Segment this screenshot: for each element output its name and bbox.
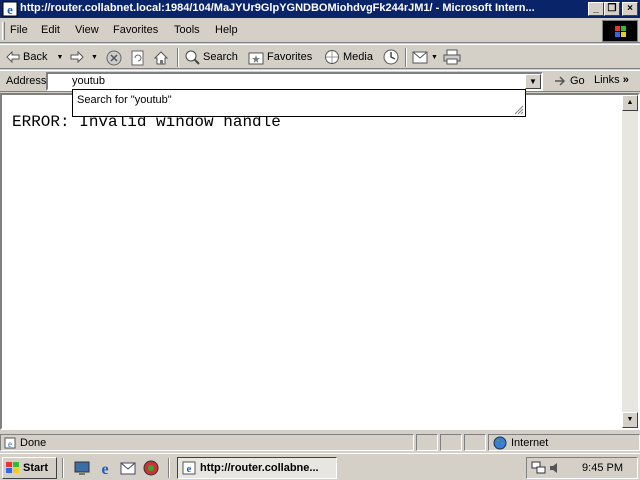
history-icon[interactable]	[382, 48, 400, 66]
menu-help[interactable]: Help	[215, 24, 238, 36]
address-dropdown-button[interactable]: ▼	[525, 74, 541, 89]
media-player-icon[interactable]	[143, 460, 159, 476]
ie-window-icon: e	[182, 461, 196, 475]
vertical-scrollbar[interactable]: ▲ ▼	[622, 95, 638, 428]
back-dropdown-icon[interactable]: ▼	[56, 54, 63, 61]
mail-dropdown-icon: ▼	[431, 53, 438, 61]
task-button-ie[interactable]: e http://router.collabne...	[177, 457, 337, 479]
toolbar-separator	[177, 48, 179, 67]
restore-button[interactable]: ❐	[604, 2, 620, 16]
links-button[interactable]: Links »	[594, 74, 629, 86]
media-icon	[325, 50, 339, 64]
stop-icon[interactable]	[106, 48, 122, 66]
back-button[interactable]: Back ▼	[6, 48, 63, 66]
close-button[interactable]: ×	[622, 2, 638, 16]
menu-view[interactable]: View	[75, 24, 99, 36]
minimize-button[interactable]: _	[588, 2, 604, 16]
page-icon: e	[4, 437, 16, 449]
ie-launch-icon[interactable]: e	[97, 460, 113, 476]
status-bar: e Done Internet	[0, 432, 640, 452]
refresh-icon[interactable]	[130, 48, 146, 66]
svg-text:e: e	[101, 461, 108, 476]
toolbar-separator	[405, 48, 407, 67]
search-button[interactable]: Search	[184, 48, 238, 66]
network-icon[interactable]	[531, 461, 547, 475]
standard-toolbar: Back ▼ ▼ Search Favorites Media ▼	[0, 44, 640, 69]
globe-icon	[493, 436, 507, 449]
favorites-button[interactable]: Favorites	[248, 48, 312, 66]
forward-button[interactable]: ▼	[70, 48, 98, 66]
status-panel	[464, 434, 486, 451]
menu-tools[interactable]: Tools	[174, 24, 200, 36]
autocomplete-item[interactable]: Search for "youtub"	[77, 94, 172, 106]
menu-bar: File Edit View Favorites Tools Help	[0, 19, 640, 43]
forward-arrow-icon	[70, 51, 84, 63]
status-panel	[416, 434, 438, 451]
windows-flag-icon	[6, 462, 19, 473]
favorites-icon	[248, 52, 264, 65]
task-label: http://router.collabne...	[200, 462, 319, 474]
taskbar-separator	[62, 458, 64, 478]
start-label: Start	[23, 462, 49, 474]
resize-grip-icon[interactable]	[512, 103, 524, 115]
menu-edit[interactable]: Edit	[41, 24, 60, 36]
mail-button[interactable]: ▼	[412, 48, 438, 66]
taskbar-separator	[168, 458, 170, 478]
menu-file[interactable]: File	[10, 24, 28, 36]
mail-icon	[412, 51, 428, 64]
media-label: Media	[343, 51, 373, 63]
menubar-grip	[2, 22, 5, 40]
go-label: Go	[570, 75, 585, 87]
system-tray: 9:45 PM	[526, 457, 638, 479]
outlook-icon[interactable]	[120, 460, 136, 476]
desktop-icon[interactable]	[74, 460, 90, 476]
print-icon[interactable]	[443, 48, 461, 66]
favorites-label: Favorites	[267, 51, 313, 63]
start-button[interactable]: Start	[2, 457, 57, 479]
autocomplete-dropdown: Search for "youtub"	[72, 89, 526, 117]
svg-text:e: e	[187, 463, 192, 475]
page-content: ERROR: Invalid window handle ▲ ▼	[0, 93, 640, 430]
svg-text:e: e	[7, 2, 13, 17]
chevron-right-icon: »	[622, 74, 629, 86]
scroll-up-button[interactable]: ▲	[622, 95, 638, 111]
windows-logo	[602, 20, 638, 42]
scroll-down-button[interactable]: ▼	[622, 412, 638, 428]
status-panel	[440, 434, 462, 451]
home-icon[interactable]	[153, 48, 169, 66]
title-bar: e http://router.collabnet.local:1984/104…	[0, 0, 640, 18]
zone-panel: Internet	[488, 434, 640, 451]
taskbar: Start e e http://router.collabne... 9:45…	[0, 453, 640, 480]
search-icon	[185, 50, 200, 65]
volume-icon[interactable]	[548, 461, 562, 475]
status-text: Done	[20, 436, 47, 449]
go-arrow-icon	[555, 76, 566, 86]
links-label: Links	[594, 74, 620, 86]
back-arrow-icon	[6, 51, 20, 63]
go-button[interactable]: Go	[553, 74, 585, 88]
svg-text:e: e	[8, 439, 12, 449]
status-text-panel: e Done	[0, 434, 414, 451]
forward-dropdown-icon[interactable]: ▼	[91, 54, 98, 61]
media-button[interactable]: Media	[324, 48, 373, 66]
windows-flag-icon	[615, 26, 626, 37]
ie-window-icon: e	[2, 1, 18, 17]
menu-favorites[interactable]: Favorites	[113, 24, 158, 36]
address-label: Address	[6, 75, 47, 87]
zone-label: Internet	[511, 436, 549, 449]
back-label: Back	[23, 51, 48, 63]
clock[interactable]: 9:45 PM	[582, 462, 623, 474]
window-title: http://router.collabnet.local:1984/104/M…	[20, 2, 535, 14]
search-label: Search	[203, 51, 238, 63]
